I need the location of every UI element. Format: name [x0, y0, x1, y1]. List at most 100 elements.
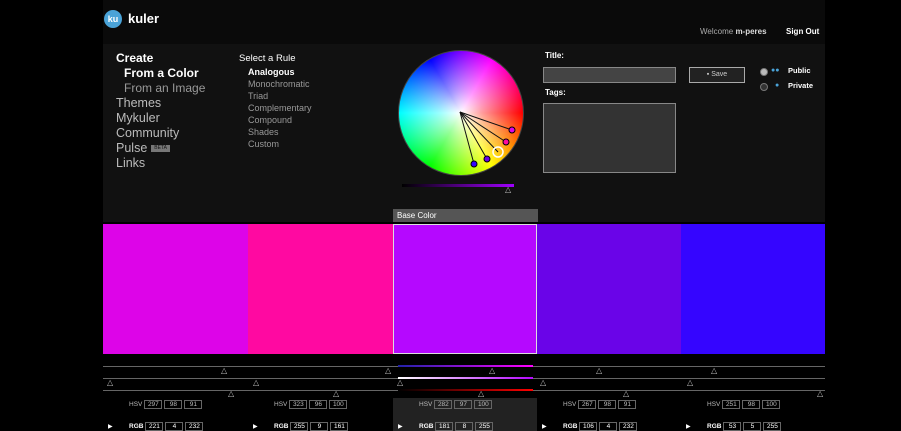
rgb-label: RGB [419, 423, 434, 430]
nav-themes[interactable]: Themes [116, 96, 205, 111]
hsv-row: HSV 297 98 91 [129, 400, 203, 409]
slider-handle-icon[interactable]: △ [817, 390, 823, 398]
slider-handle-icon[interactable]: △ [228, 390, 234, 398]
title-input[interactable] [543, 67, 676, 83]
hsv-label: HSV [707, 401, 721, 408]
tags-input[interactable] [543, 103, 676, 173]
slider-handle-icon[interactable]: △ [711, 367, 717, 375]
slider-handle-icon[interactable]: △ [687, 379, 693, 387]
rgb-field-b[interactable]: 161 [330, 422, 349, 431]
color-swatch-4[interactable] [537, 224, 681, 354]
hsv-field-v[interactable]: 91 [184, 400, 203, 409]
hsv-label: HSV [563, 401, 577, 408]
rgb-field-r[interactable]: 221 [145, 422, 164, 431]
rgb-field-b[interactable]: 255 [475, 422, 494, 431]
brightness-handle-icon[interactable]: △ [505, 186, 511, 194]
slider-handle-icon[interactable]: △ [623, 390, 629, 398]
nav-from-image[interactable]: From an Image [116, 81, 205, 96]
nav-community[interactable]: Community [116, 126, 205, 141]
rgb-field-b[interactable]: 232 [619, 422, 638, 431]
hsv-field-v[interactable]: 91 [618, 400, 637, 409]
hue-slider[interactable] [398, 365, 533, 367]
brightness-slider[interactable] [402, 184, 514, 187]
rule-compound[interactable]: Compound [239, 114, 312, 126]
hsv-field-s[interactable]: 98 [598, 400, 617, 409]
color-swatch-2[interactable] [248, 224, 393, 354]
rgb-field-r[interactable]: 181 [435, 422, 454, 431]
public-radio[interactable] [760, 68, 768, 76]
tags-label: Tags: [545, 88, 566, 97]
slider-handle-icon[interactable]: △ [489, 367, 495, 375]
color-wheel-markers[interactable] [398, 50, 522, 174]
save-button[interactable]: ▪ Save [689, 67, 745, 83]
rgb-field-g[interactable]: 8 [455, 422, 474, 431]
private-radio[interactable] [760, 83, 768, 91]
hsv-field-s[interactable]: 96 [309, 400, 328, 409]
hsv-field-h[interactable]: 267 [578, 400, 597, 409]
nav-mykuler[interactable]: Mykuler [116, 111, 205, 126]
rgb-field-b[interactable]: 255 [763, 422, 782, 431]
slider-handle-icon[interactable]: △ [107, 379, 113, 387]
rgb-field-b[interactable]: 232 [185, 422, 204, 431]
play-icon[interactable]: ▶ [253, 423, 258, 430]
nav-links[interactable]: Links [116, 156, 205, 171]
play-icon[interactable]: ▶ [542, 423, 547, 430]
hsv-field-h[interactable]: 251 [722, 400, 741, 409]
slider-handle-icon[interactable]: △ [397, 379, 403, 387]
rule-custom[interactable]: Custom [239, 138, 312, 150]
rule-monochromatic[interactable]: Monochromatic [239, 78, 312, 90]
nav-create[interactable]: Create [116, 51, 205, 66]
rgb-field-g[interactable]: 4 [165, 422, 184, 431]
hsv-field-v[interactable]: 100 [329, 400, 348, 409]
rule-triad[interactable]: Triad [239, 90, 312, 102]
rgb-row: RGB 221 4 232 [129, 422, 204, 431]
rgb-field-r[interactable]: 255 [290, 422, 309, 431]
swatch-values: HSV 297 98 91 ▶ RGB 221 4 232 HSV 323 96 100 ▶ RGB 255 9… [103, 398, 825, 431]
rgb-row: RGB 106 4 232 [563, 422, 638, 431]
slider-handle-icon[interactable]: △ [333, 390, 339, 398]
color-swatch-5[interactable] [681, 224, 825, 354]
swatch-sliders: △ △ △ △ △ △ △ △ △ △ △ △ △ △ △ [103, 354, 825, 398]
brightness-bar-slider[interactable] [398, 389, 533, 391]
hsv-field-h[interactable]: 282 [434, 400, 453, 409]
slider-handle-icon[interactable]: △ [596, 367, 602, 375]
rule-shades[interactable]: Shades [239, 126, 312, 138]
hsv-field-s[interactable]: 98 [164, 400, 183, 409]
hsv-row: HSV 267 98 91 [563, 400, 637, 409]
slider-handle-icon[interactable]: △ [221, 367, 227, 375]
rgb-field-g[interactable]: 9 [310, 422, 329, 431]
rgb-label: RGB [563, 423, 578, 430]
nav-from-color[interactable]: From a Color [116, 66, 205, 81]
rgb-field-r[interactable]: 106 [579, 422, 598, 431]
wheel-marker-1 [508, 126, 516, 134]
hsv-field-v[interactable]: 100 [762, 400, 781, 409]
saturation-slider[interactable] [398, 377, 533, 379]
public-label: Public [788, 66, 811, 75]
slider-handle-icon[interactable]: △ [253, 379, 259, 387]
rule-complementary[interactable]: Complementary [239, 102, 312, 114]
play-icon[interactable]: ▶ [108, 423, 113, 430]
color-swatch-1[interactable] [103, 224, 248, 354]
rgb-field-r[interactable]: 53 [723, 422, 742, 431]
kuler-logo-icon[interactable]: ku [104, 10, 122, 28]
hsv-field-s[interactable]: 98 [742, 400, 761, 409]
app-title: kuler [128, 11, 160, 26]
hsv-field-v[interactable]: 100 [474, 400, 493, 409]
slider-handle-icon[interactable]: △ [478, 390, 484, 398]
hsv-field-s[interactable]: 97 [454, 400, 473, 409]
rule-selector: Select a Rule Analogous Monochromatic Tr… [239, 53, 312, 150]
play-icon[interactable]: ▶ [686, 423, 691, 430]
slider-handle-icon[interactable]: △ [540, 379, 546, 387]
rule-analogous[interactable]: Analogous [239, 66, 312, 78]
hsv-field-h[interactable]: 297 [144, 400, 163, 409]
hsv-field-h[interactable]: 323 [289, 400, 308, 409]
swatch-values-1: HSV 297 98 91 ▶ RGB 221 4 232 [103, 398, 248, 431]
play-icon[interactable]: ▶ [398, 423, 403, 430]
sign-out-link[interactable]: Sign Out [786, 27, 819, 36]
base-color-swatch[interactable] [393, 224, 537, 354]
rgb-field-g[interactable]: 5 [743, 422, 762, 431]
nav-pulse[interactable]: Pulse BETA [116, 141, 205, 156]
slider-handle-icon[interactable]: △ [385, 367, 391, 375]
rgb-field-g[interactable]: 4 [599, 422, 618, 431]
rgb-label: RGB [129, 423, 144, 430]
